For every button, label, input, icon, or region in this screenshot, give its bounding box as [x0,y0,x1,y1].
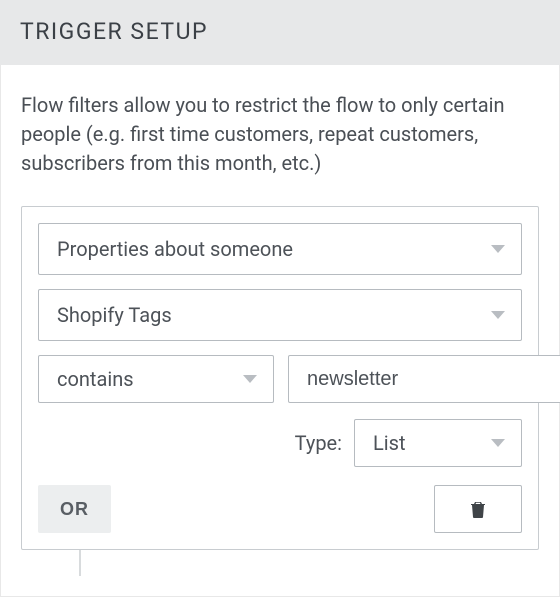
property-type-value: Properties about someone [57,237,293,261]
delete-button[interactable] [434,485,522,533]
filter-description: Flow filters allow you to restrict the f… [21,91,539,178]
type-select[interactable]: List [354,419,522,467]
chevron-down-icon [243,375,257,383]
type-label: Type: [295,431,342,455]
chevron-down-icon [491,245,505,253]
card-footer: OR [38,485,522,533]
or-button[interactable]: OR [38,485,111,533]
panel-body: Flow filters allow you to restrict the f… [0,65,560,597]
type-value: List [373,431,406,455]
operator-value-row: contains [38,355,522,403]
chevron-down-icon [491,311,505,319]
filter-card: Properties about someone Shopify Tags co… [21,206,539,550]
branch-connector [79,550,81,576]
trash-icon [470,500,486,518]
operator-select[interactable]: contains [38,355,274,403]
filter-value-input[interactable] [288,355,560,403]
type-row: Type: List [38,419,522,467]
property-field-value: Shopify Tags [57,303,172,327]
panel-header: TRIGGER SETUP [0,0,560,65]
page-title: TRIGGER SETUP [20,18,540,45]
property-type-select[interactable]: Properties about someone [38,223,522,275]
operator-value: contains [57,367,134,391]
property-field-select[interactable]: Shopify Tags [38,289,522,341]
chevron-down-icon [491,439,505,447]
